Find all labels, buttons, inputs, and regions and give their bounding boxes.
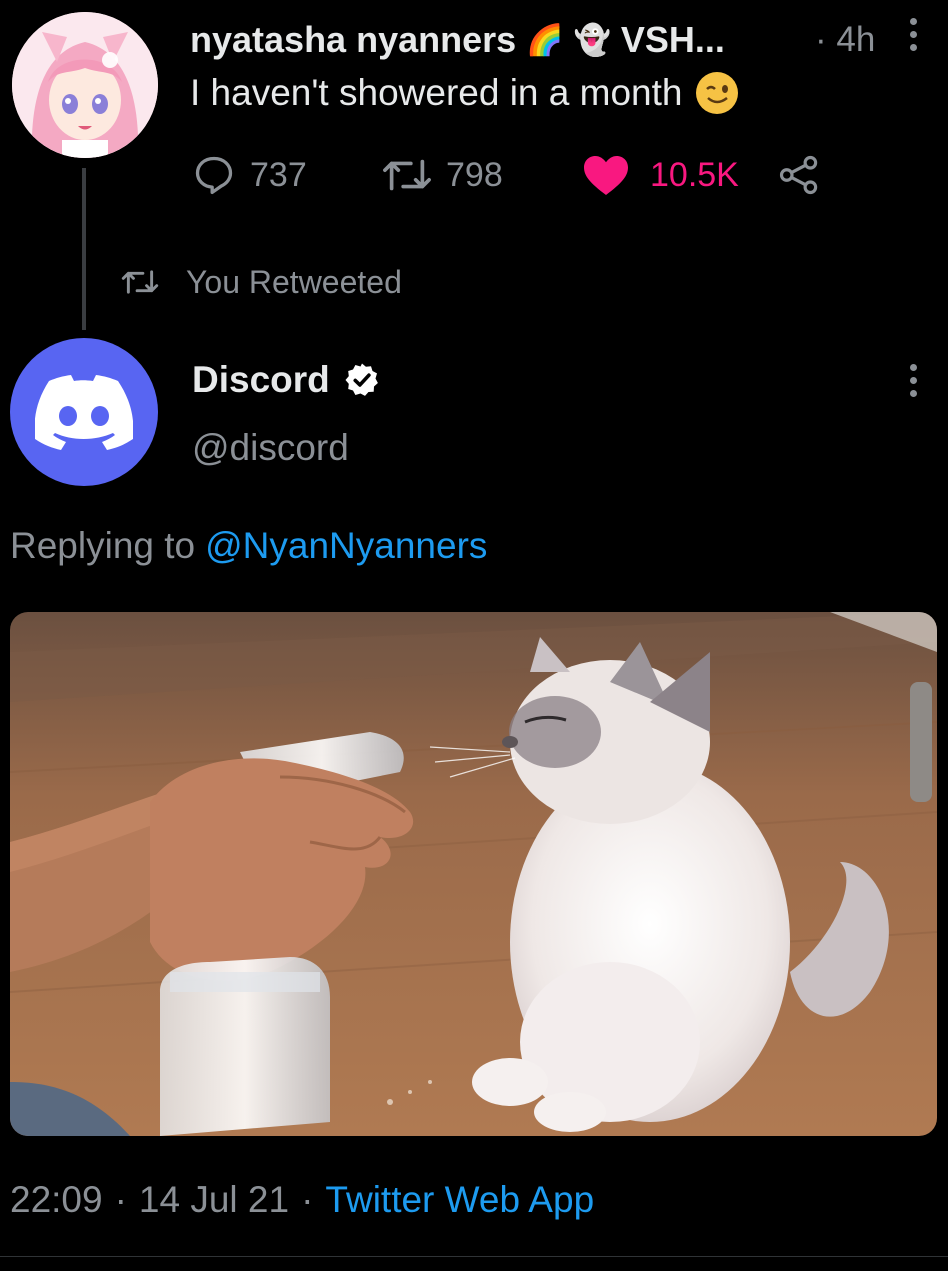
more-vertical-icon[interactable] bbox=[903, 18, 923, 51]
display-name: nyatasha nyanners bbox=[190, 19, 517, 60]
speech-bubble-icon bbox=[195, 156, 233, 195]
verified-badge-icon bbox=[345, 363, 378, 396]
share-icon bbox=[779, 155, 818, 195]
ghost-emoji: 👻 bbox=[573, 23, 611, 57]
share-button[interactable] bbox=[778, 148, 820, 202]
tweet-age[interactable]: · 4h bbox=[815, 14, 875, 66]
tweet-body: I haven't showered in a month bbox=[190, 72, 683, 113]
tweet-date: 14 Jul 21 bbox=[138, 1179, 290, 1220]
retweet-context[interactable]: You Retweeted bbox=[120, 258, 402, 306]
tweet1-author[interactable]: nyatasha nyanners 🌈 👻 VSH... bbox=[190, 14, 725, 66]
tweet1-text: I haven't showered in a month bbox=[190, 68, 739, 118]
retweet-count: 798 bbox=[446, 155, 503, 194]
tweet-time: 22:09 bbox=[10, 1179, 103, 1220]
anime-avatar-image bbox=[12, 12, 158, 158]
like-count: 10.5K bbox=[650, 155, 739, 194]
more-vertical-icon[interactable] bbox=[903, 364, 923, 397]
mention-link[interactable]: @NyanNyanners bbox=[205, 525, 487, 567]
replying-prefix: Replying to bbox=[10, 525, 196, 566]
divider bbox=[0, 1256, 948, 1257]
separator-dot: · bbox=[114, 1179, 127, 1220]
display-name: Discord bbox=[192, 359, 330, 400]
display-name-suffix: VSH... bbox=[620, 19, 725, 60]
tweet2-author[interactable]: Discord bbox=[192, 354, 380, 406]
replying-to: Replying to @NyanNyanners bbox=[10, 520, 487, 572]
retweet-button[interactable]: 798 bbox=[382, 148, 503, 202]
heart-icon bbox=[584, 156, 628, 195]
retweet-icon bbox=[121, 270, 159, 294]
wink-emoji bbox=[696, 72, 739, 114]
tweet-media-photo[interactable] bbox=[10, 612, 937, 1136]
discord-logo-icon bbox=[35, 375, 133, 450]
like-button[interactable]: 10.5K bbox=[582, 148, 739, 202]
cat-spray-bottle-image bbox=[10, 612, 937, 1136]
retweet-label: You Retweeted bbox=[186, 263, 402, 300]
rainbow-emoji: 🌈 bbox=[526, 23, 564, 57]
retweet-icon bbox=[383, 159, 431, 191]
user-avatar-nyanners[interactable] bbox=[12, 12, 158, 158]
reply-button[interactable]: 737 bbox=[192, 148, 307, 202]
user-avatar-discord[interactable] bbox=[10, 338, 158, 486]
tweet-source-link[interactable]: Twitter Web App bbox=[325, 1179, 594, 1221]
user-handle[interactable]: @discord bbox=[192, 424, 349, 472]
thread-connector-line bbox=[82, 168, 86, 330]
reply-count: 737 bbox=[250, 155, 307, 194]
tweet-metadata: 22:09 · 14 Jul 21 · Twitter Web App bbox=[10, 1172, 594, 1228]
separator-dot: · bbox=[301, 1179, 314, 1220]
